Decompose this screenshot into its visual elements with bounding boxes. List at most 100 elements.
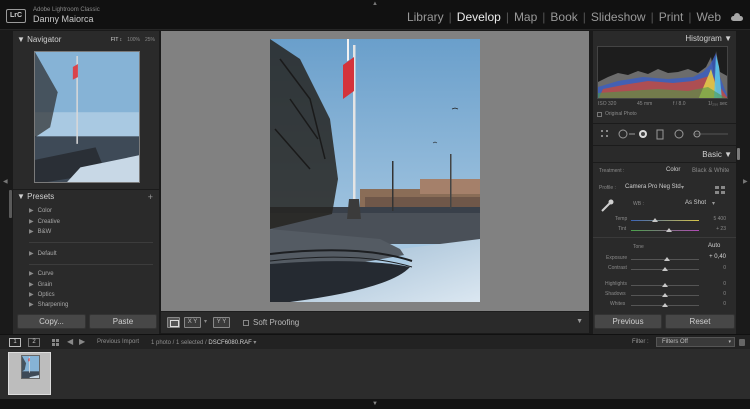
highlights-value[interactable]: 0 <box>696 281 726 287</box>
preset-group-creative[interactable]: ▶ Creative <box>29 218 60 225</box>
exposure-value[interactable]: + 0,40 <box>696 254 726 260</box>
cloud-sync-icon[interactable] <box>730 13 744 21</box>
chevron-down-icon[interactable]: ▾ <box>712 200 715 207</box>
tint-slider-knob[interactable] <box>666 228 672 232</box>
soft-proofing-checkbox[interactable] <box>243 320 249 326</box>
loupe-view-icon[interactable] <box>167 317 180 328</box>
chevron-down-icon[interactable]: ▾ <box>204 318 207 325</box>
reset-button[interactable]: Reset <box>665 314 735 329</box>
zoom-25[interactable]: 25% <box>145 33 155 47</box>
module-book[interactable]: Book <box>547 10 580 24</box>
copy-settings-button[interactable]: Copy... <box>17 314 86 329</box>
navigator-title: Navigator <box>27 35 62 44</box>
temp-value[interactable]: 5 400 <box>696 216 726 222</box>
filter-dropdown[interactable]: Filters Off ▾ <box>656 337 735 347</box>
module-develop[interactable]: Develop <box>454 10 504 24</box>
back-arrow-icon[interactable]: ◀ <box>67 337 73 346</box>
red-eye-icon[interactable] <box>638 128 650 140</box>
preset-group-grain[interactable]: ▶ Grain <box>29 281 52 288</box>
navigator-header[interactable]: ▼ Navigator FIT ↕ 100% 25% <box>13 33 159 47</box>
exposure-slider-knob[interactable] <box>664 257 670 261</box>
preset-group-color[interactable]: ▶ Color <box>29 207 52 214</box>
module-print[interactable]: Print <box>656 10 687 24</box>
main-photo[interactable] <box>270 39 480 302</box>
radial-filter-icon[interactable] <box>674 128 686 140</box>
preset-group-default[interactable]: ▶ Default <box>29 250 57 257</box>
right-panel-scrollbar[interactable] <box>737 148 740 160</box>
navigator-zoom-options: FIT ↕ 100% 25% <box>111 33 155 47</box>
histogram-header[interactable]: Histogram ▼ <box>685 34 732 43</box>
presets-collapse-icon: ▼ <box>17 192 25 201</box>
main-window-button[interactable]: 1 <box>9 338 21 347</box>
filmstrip-thumbnail[interactable] <box>8 352 51 395</box>
forward-arrow-icon[interactable]: ▶ <box>79 337 85 346</box>
adjustment-brush-icon[interactable] <box>693 128 729 140</box>
treatment-color-option[interactable]: Color <box>666 167 680 173</box>
profile-dropdown[interactable]: Camera Pro Neg Std <box>625 184 681 190</box>
crop-overlay-icon[interactable] <box>601 128 611 140</box>
image-canvas[interactable] <box>161 31 589 311</box>
tone-auto-button[interactable]: Auto <box>708 243 720 249</box>
current-filename: DSCF6080.RAF <box>208 340 252 346</box>
shadows-value[interactable]: 0 <box>696 291 726 297</box>
navigator-preview[interactable] <box>34 51 140 183</box>
before-after-icon[interactable]: X Y <box>184 317 201 328</box>
user-name[interactable]: Danny Maiorca <box>33 14 94 24</box>
chevron-down-icon[interactable]: ▾ <box>681 184 684 191</box>
white-balance-eyedropper-icon[interactable] <box>600 199 614 213</box>
collapse-top-panel-icon[interactable]: ▲ <box>372 1 378 7</box>
whites-slider-knob[interactable] <box>662 303 668 307</box>
module-separator: | <box>505 10 509 24</box>
previous-settings-button[interactable]: Previous <box>594 314 662 329</box>
collapse-right-panel-icon[interactable]: ▶ <box>743 178 748 185</box>
profile-browser-icon[interactable] <box>715 182 725 194</box>
basic-collapse-icon: ▼ <box>724 150 732 159</box>
left-panel-scrollbar[interactable] <box>9 190 12 218</box>
collapse-left-panel-icon[interactable]: ◀ <box>3 178 8 185</box>
zoom-100[interactable]: 100% <box>127 33 140 47</box>
preset-divider <box>29 264 153 265</box>
tone-label: Tone <box>633 244 644 250</box>
preset-group-label: Color <box>37 208 52 214</box>
grid-view-icon[interactable] <box>52 339 60 347</box>
zoom-fit[interactable]: FIT ↕ <box>111 33 122 47</box>
toolbar-options-icon[interactable]: ▼ <box>576 318 583 325</box>
preset-group-bw[interactable]: ▶ B&W <box>29 228 51 235</box>
histogram-graph[interactable] <box>597 46 728 99</box>
whites-value[interactable]: 0 <box>696 301 726 307</box>
temp-slider-knob[interactable] <box>652 218 658 222</box>
preset-group-optics[interactable]: ▶ Optics <box>29 291 55 298</box>
tint-slider[interactable] <box>631 230 699 231</box>
module-web[interactable]: Web <box>694 10 724 24</box>
shadows-slider-knob[interactable] <box>662 293 668 297</box>
highlights-slider-knob[interactable] <box>662 283 668 287</box>
graduated-filter-icon[interactable] <box>656 128 665 140</box>
wb-dropdown[interactable]: As Shot <box>685 200 706 206</box>
presets-header[interactable]: ▼ Presets <box>13 190 159 204</box>
spot-removal-icon[interactable] <box>618 128 630 140</box>
source-label[interactable]: Previous Import <box>97 339 139 345</box>
thumbnail-image <box>21 355 40 379</box>
module-library[interactable]: Library <box>404 10 447 24</box>
add-preset-icon[interactable]: + <box>148 192 153 202</box>
histogram-collapse-icon: ▼ <box>724 34 732 43</box>
tint-value[interactable]: + 23 <box>696 226 726 232</box>
module-slideshow[interactable]: Slideshow <box>588 10 649 24</box>
contrast-value[interactable]: 0 <box>696 265 726 271</box>
secondary-window-button[interactable]: 2 <box>28 338 40 347</box>
original-photo-checkbox[interactable] <box>597 112 602 117</box>
preset-group-sharpening[interactable]: ▶ Sharpening <box>29 301 68 308</box>
basic-header[interactable]: Basic ▼ <box>702 150 732 159</box>
module-map[interactable]: Map <box>511 10 540 24</box>
paste-settings-button[interactable]: Paste <box>89 314 157 329</box>
treatment-bw-option[interactable]: Black & White <box>692 168 729 174</box>
contrast-slider-knob[interactable] <box>662 267 668 271</box>
collapse-filmstrip-icon[interactable]: ▼ <box>372 401 378 407</box>
expand-icon: ▶ <box>29 251 34 257</box>
temp-slider[interactable] <box>631 220 699 221</box>
preset-group-curve[interactable]: ▶ Curve <box>29 270 54 277</box>
shadows-label: Shadows <box>605 291 626 297</box>
selection-info[interactable]: 1 photo / 1 selected / DSCF6080.RAF ▾ <box>151 339 256 346</box>
lock-icon[interactable] <box>739 339 745 346</box>
before-after-split-icon[interactable]: Y Y <box>213 317 230 328</box>
